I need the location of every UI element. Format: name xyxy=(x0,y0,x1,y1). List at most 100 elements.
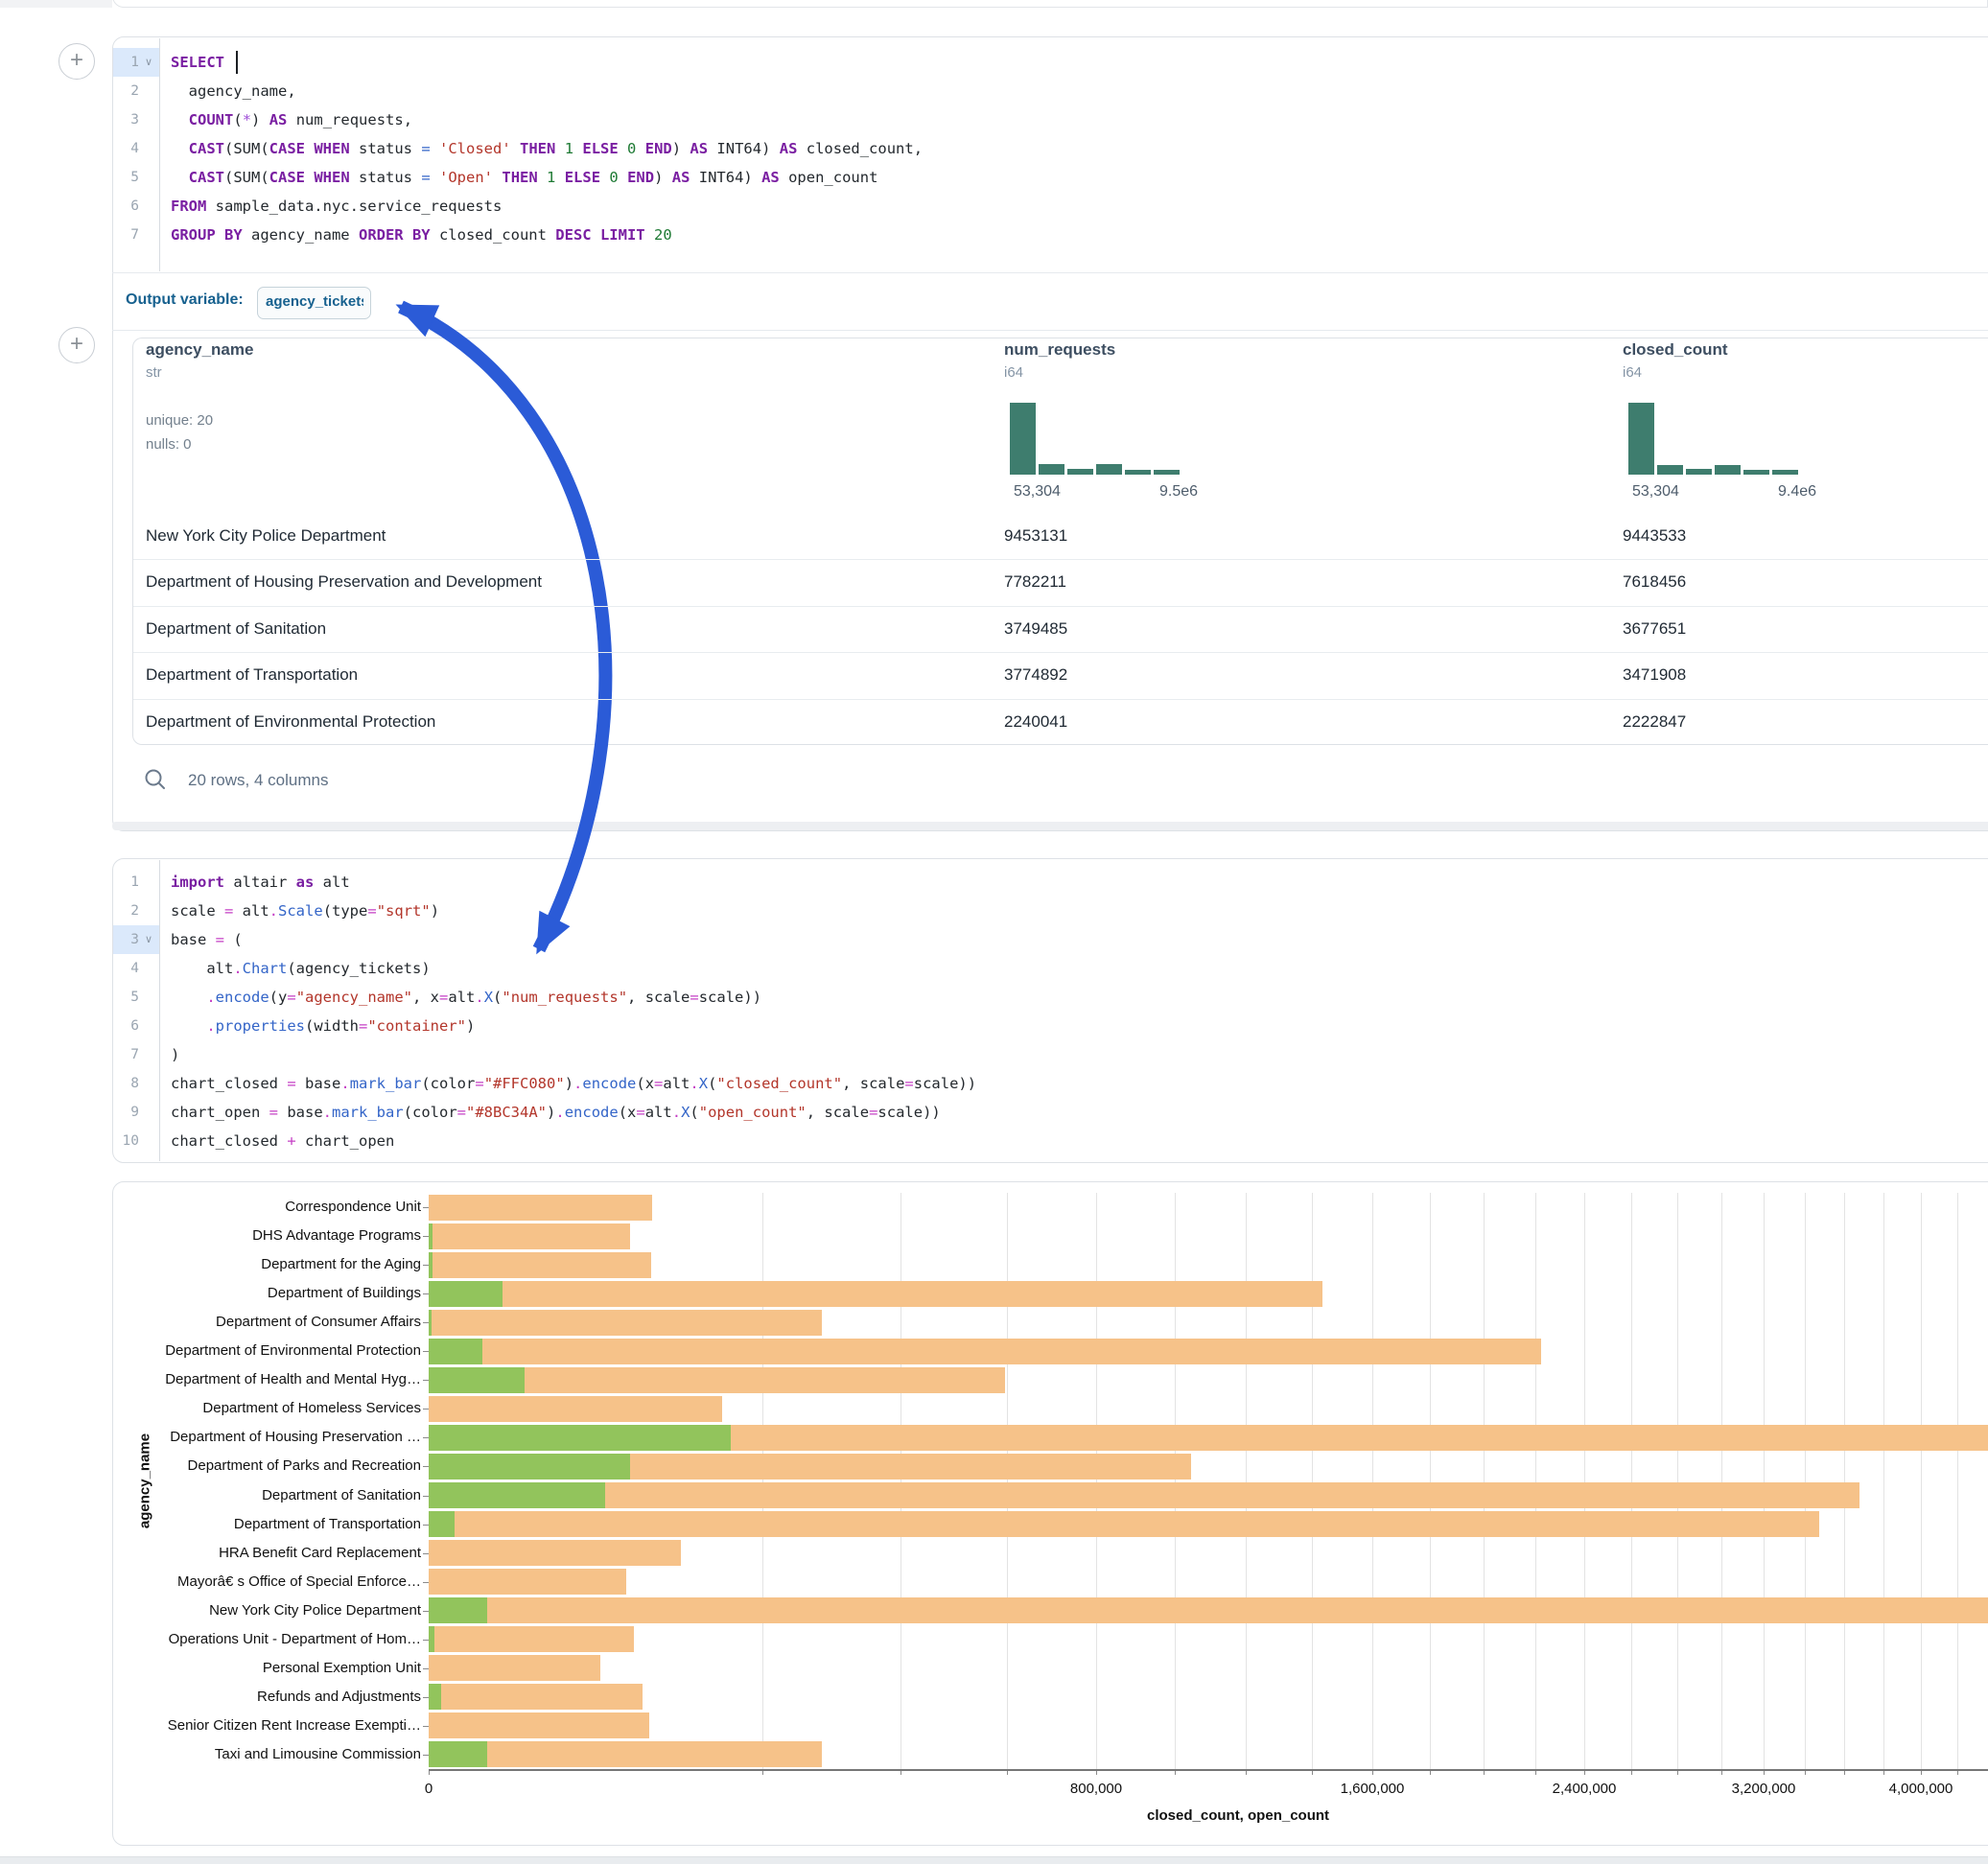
code-line[interactable]: agency_name, xyxy=(171,77,296,105)
gridline xyxy=(1246,1193,1247,1769)
column-stat: unique: 20 xyxy=(146,412,213,429)
column-header-closed_count[interactable]: closed_count xyxy=(1623,340,1728,360)
code-token: = xyxy=(216,931,224,948)
code-token: ) xyxy=(565,1075,573,1092)
code-token xyxy=(645,226,654,244)
code-token xyxy=(305,140,314,157)
code-line[interactable]: SELECT xyxy=(171,48,224,77)
text-cursor xyxy=(236,51,238,74)
table-cell[interactable]: 2222847 xyxy=(1623,699,1686,745)
category-label: New York City Police Department xyxy=(143,1602,421,1619)
code-line[interactable]: import altair as alt xyxy=(171,868,350,897)
code-token: 0 xyxy=(627,140,636,157)
table-cell[interactable]: 3749485 xyxy=(1004,606,1067,652)
column-header-num_requests[interactable]: num_requests xyxy=(1004,340,1115,360)
code-line[interactable]: base = ( xyxy=(171,925,243,954)
code-line[interactable]: FROM sample_data.nyc.service_requests xyxy=(171,192,502,221)
category-label: Department of Environmental Protection xyxy=(143,1342,421,1359)
closed-count-bar xyxy=(429,1482,1859,1508)
histogram-bar xyxy=(1772,470,1798,475)
code-line[interactable]: chart_closed = base.mark_bar(color="#FFC… xyxy=(171,1069,976,1098)
line-number: 3 xyxy=(100,105,139,134)
closed-count-bar xyxy=(429,1655,600,1681)
code-token xyxy=(619,169,627,186)
code-token xyxy=(538,169,547,186)
search-icon[interactable] xyxy=(143,767,168,792)
code-line[interactable]: GROUP BY agency_name ORDER BY closed_cou… xyxy=(171,221,672,249)
column-header-agency_name[interactable]: agency_name xyxy=(146,340,253,360)
table-cell[interactable]: 3774892 xyxy=(1004,652,1067,698)
table-cell[interactable]: 9453131 xyxy=(1004,513,1067,559)
output-variable-pill[interactable]: agency_tickets xyxy=(257,287,371,319)
code-token: THEN xyxy=(502,169,537,186)
line-number: 2 xyxy=(100,897,139,925)
open-count-bar xyxy=(429,1511,455,1537)
table-cell[interactable]: Department of Sanitation xyxy=(146,606,326,652)
code-token: ELSE xyxy=(582,140,618,157)
table-cell[interactable]: New York City Police Department xyxy=(146,513,386,559)
table-cell[interactable]: 2240041 xyxy=(1004,699,1067,745)
code-line[interactable]: CAST(SUM(CASE WHEN status = 'Open' THEN … xyxy=(171,163,877,192)
code-token: DESC xyxy=(555,226,591,244)
code-line[interactable]: ) xyxy=(171,1040,179,1069)
table-cell[interactable]: 7782211 xyxy=(1004,559,1066,605)
table-cell[interactable]: Department of Housing Preservation and D… xyxy=(146,559,542,605)
code-token: encode xyxy=(565,1104,619,1121)
code-token: 1 xyxy=(547,169,555,186)
code-token: . xyxy=(323,1104,332,1121)
bar-chart: Correspondence UnitDHS Advantage Program… xyxy=(112,1181,1988,1846)
gridline xyxy=(1677,1193,1678,1769)
code-token: INT64) xyxy=(708,140,780,157)
code-token: (SUM( xyxy=(224,140,269,157)
code-line[interactable]: .properties(width="container") xyxy=(171,1012,475,1040)
line-number: 4 xyxy=(100,134,139,163)
add-cell-button-output[interactable]: + xyxy=(58,327,95,363)
code-line[interactable]: chart_open = base.mark_bar(color="#8BC34… xyxy=(171,1098,941,1127)
code-token: ) xyxy=(466,1017,475,1035)
code-token: (type xyxy=(323,902,368,920)
code-token: = xyxy=(367,902,376,920)
line-number: 6 xyxy=(100,1012,139,1040)
closed-count-bar xyxy=(429,1626,634,1652)
histogram-min-label: 53,304 xyxy=(1632,483,1679,501)
open-count-bar xyxy=(429,1223,433,1249)
code-token: Scale xyxy=(278,902,323,920)
gridline xyxy=(1921,1193,1922,1769)
code-token: = xyxy=(287,989,295,1006)
code-token: AS xyxy=(690,140,708,157)
code-line[interactable]: COUNT(*) AS num_requests, xyxy=(171,105,412,134)
code-token xyxy=(493,169,502,186)
category-label: Department of Consumer Affairs xyxy=(143,1314,421,1330)
code-token: (SUM( xyxy=(224,169,269,186)
code-token xyxy=(171,989,206,1006)
gridline xyxy=(1484,1193,1485,1769)
gridline xyxy=(1805,1193,1806,1769)
code-line[interactable]: CAST(SUM(CASE WHEN status = 'Closed' THE… xyxy=(171,134,923,163)
fold-chevron-icon[interactable]: ∨ xyxy=(145,925,152,954)
code-token: WHEN xyxy=(314,140,349,157)
code-line[interactable]: alt.Chart(agency_tickets) xyxy=(171,954,431,983)
code-token: ) xyxy=(431,902,439,920)
code-line[interactable]: scale = alt.Scale(type="sqrt") xyxy=(171,897,439,925)
line-number: 8 xyxy=(100,1069,139,1098)
gridline xyxy=(1312,1193,1313,1769)
table-cell[interactable]: 7618456 xyxy=(1623,559,1686,605)
category-label: Senior Citizen Rent Increase Exempti… xyxy=(143,1717,421,1734)
add-cell-button-top[interactable]: + xyxy=(58,43,95,80)
code-token: altair xyxy=(224,874,296,891)
code-token: chart_closed xyxy=(171,1075,287,1092)
table-cell[interactable]: Department of Transportation xyxy=(146,652,358,698)
table-cell[interactable]: 3677651 xyxy=(1623,606,1686,652)
code-line[interactable]: chart_closed + chart_open xyxy=(171,1127,394,1155)
code-line[interactable]: .encode(y="agency_name", x=alt.X("num_re… xyxy=(171,983,761,1012)
table-cell[interactable]: 3471908 xyxy=(1623,652,1686,698)
gridline xyxy=(1883,1193,1884,1769)
code-token: ( xyxy=(224,931,243,948)
table-cell[interactable]: Department of Environmental Protection xyxy=(146,699,435,745)
code-token xyxy=(555,140,564,157)
fold-chevron-icon[interactable]: ∨ xyxy=(145,48,152,77)
table-cell[interactable]: 9443533 xyxy=(1623,513,1686,559)
code-token: (y xyxy=(269,989,288,1006)
category-label: Department of Homeless Services xyxy=(143,1400,421,1416)
column-type: i64 xyxy=(1004,364,1023,381)
